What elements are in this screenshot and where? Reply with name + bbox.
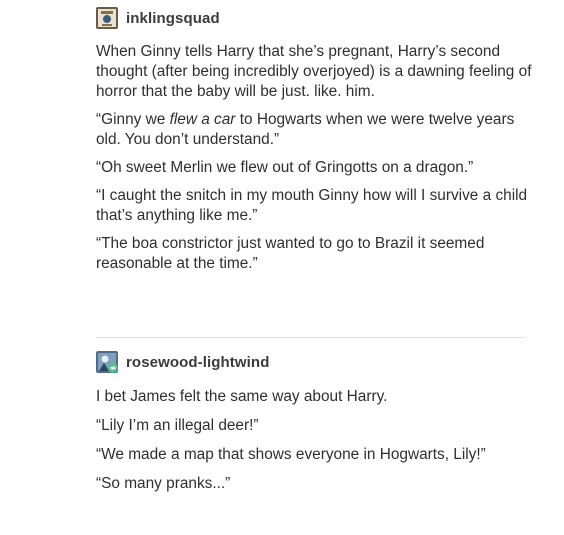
post-body: I bet James felt the same way about Harr… <box>96 387 536 494</box>
emphasized-text: flew a car <box>169 111 236 128</box>
post-header: inklingsquad <box>96 6 564 30</box>
post-paragraph: “Lily I’m an illegal deer!” <box>96 417 259 434</box>
post-body: When Ginny tells Harry that she’s pregna… <box>96 42 536 274</box>
post-paragraph: “I caught the snitch in my mouth Ginny h… <box>96 187 532 224</box>
post-paragraph: I bet James felt the same way about Harr… <box>96 388 388 405</box>
post-paragraph: When Ginny tells Harry that she’s pregna… <box>96 43 536 100</box>
username[interactable]: rosewood-lightwind <box>126 354 269 371</box>
paragraph-text: “Ginny we <box>96 111 170 128</box>
post-paragraph: “Oh sweet Merlin we flew out of Gringott… <box>96 159 474 176</box>
username[interactable]: inklingsquad <box>126 10 220 27</box>
post-rosewood-lightwind: rosewood-lightwind I bet James felt the … <box>0 340 564 503</box>
post-inklingsquad: inklingsquad When Ginny tells Harry that… <box>0 0 564 282</box>
post-paragraph: “We made a map that shows everyone in Ho… <box>96 446 486 463</box>
reblog-avatar-icon[interactable] <box>96 351 118 373</box>
post-paragraph: “So many pranks...” <box>96 475 231 492</box>
post-paragraph: “The boa constrictor just wanted to go t… <box>96 235 489 272</box>
post-divider <box>96 337 526 338</box>
book-cover-avatar-icon[interactable] <box>96 7 118 29</box>
post-paragraph: “Ginny we flew a car to Hogwarts when we… <box>96 110 536 150</box>
post-header: rosewood-lightwind <box>96 350 564 374</box>
